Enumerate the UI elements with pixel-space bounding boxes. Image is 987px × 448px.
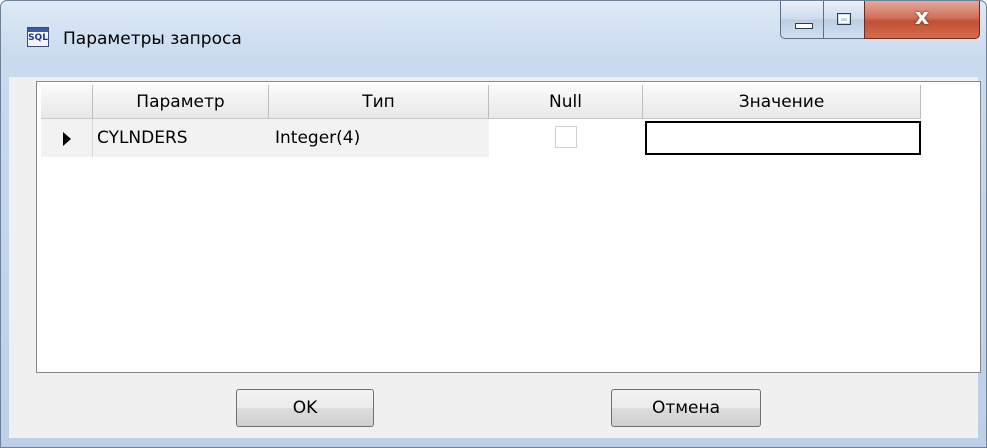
title-bar[interactable]: SQL Параметры запроса x: [1, 1, 986, 77]
sql-app-icon: SQL: [27, 27, 49, 47]
row-indicator-header: [41, 85, 93, 119]
close-button[interactable]: x: [864, 1, 980, 39]
column-header-value[interactable]: Значение: [643, 85, 921, 119]
cell-type[interactable]: Integer(4): [269, 119, 489, 157]
row-indicator[interactable]: [41, 119, 93, 157]
column-header-parameter[interactable]: Параметр: [93, 85, 269, 119]
dialog-window: SQL Параметры запроса x Параметр Тип Nul…: [0, 0, 987, 448]
close-icon: x: [914, 5, 930, 30]
window-title: Параметры запроса: [63, 29, 242, 49]
column-header-null[interactable]: Null: [489, 85, 643, 119]
cell-null[interactable]: [489, 119, 643, 157]
column-header-type[interactable]: Тип: [269, 85, 489, 119]
parameters-grid: Параметр Тип Null Значение CYLNDERS Inte…: [36, 81, 981, 373]
cancel-button[interactable]: Отмена: [611, 389, 761, 427]
cell-parameter[interactable]: CYLNDERS: [93, 119, 269, 157]
ok-button[interactable]: OK: [236, 389, 374, 427]
null-checkbox[interactable]: [555, 126, 577, 148]
minimize-icon: [795, 23, 813, 29]
cell-value[interactable]: [643, 119, 923, 157]
maximize-icon: [837, 13, 851, 25]
current-row-arrow-icon: [63, 132, 71, 146]
dialog-client-area: Параметр Тип Null Значение CYLNDERS Inte…: [9, 77, 981, 438]
value-input[interactable]: [645, 121, 921, 155]
minimize-button[interactable]: [780, 1, 824, 39]
maximize-button[interactable]: [823, 1, 865, 39]
